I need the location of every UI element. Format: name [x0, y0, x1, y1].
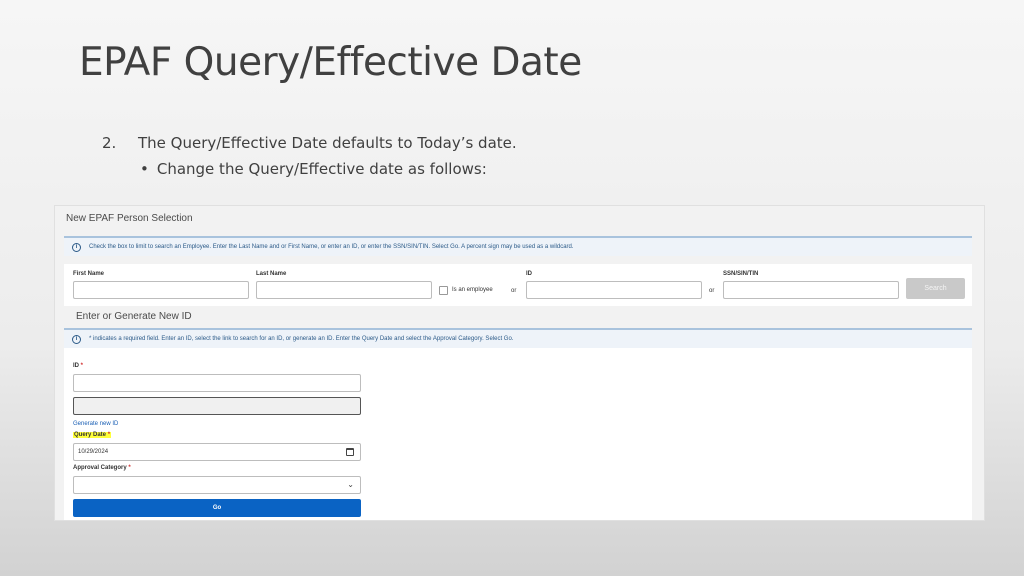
info-banner-search: i Check the box to limit to search an Em…: [64, 236, 972, 256]
ssn-label: SSN/SIN/TIN: [723, 271, 759, 277]
info-icon: i: [72, 242, 81, 252]
or-text: or: [709, 288, 715, 294]
first-name-label: First Name: [73, 271, 105, 277]
id-input[interactable]: [73, 374, 361, 392]
query-date-label-text: Query Date: [74, 432, 107, 438]
info-banner-generate: i * indicates a required field. Enter an…: [64, 328, 972, 348]
page-header: New EPAF Person Selection: [66, 213, 193, 224]
info-banner-text: Check the box to limit to search an Empl…: [89, 244, 574, 250]
bullet-symbol: •: [140, 160, 149, 178]
first-name-input[interactable]: [73, 281, 249, 299]
query-date-value: 10/29/2024: [78, 449, 109, 455]
generate-id-link[interactable]: Generate new ID: [73, 421, 118, 427]
approval-category-label-text: Approval Category: [73, 465, 127, 471]
info-banner-text: * indicates a required field. Enter an I…: [89, 336, 514, 342]
calendar-icon[interactable]: [346, 448, 354, 456]
required-mark: *: [128, 465, 131, 471]
approval-category-select[interactable]: ⌄: [73, 476, 361, 494]
bullet-item: • Change the Query/Effective date as foll…: [140, 160, 487, 178]
epaf-screenshot: New EPAF Person Selection i Check the bo…: [54, 205, 985, 521]
id-label: ID *: [73, 363, 83, 369]
id-label-text: ID: [73, 363, 79, 369]
id-search-input[interactable]: [526, 281, 702, 299]
required-mark: *: [80, 363, 84, 369]
search-panel: First Name Last Name Is an employee or I…: [64, 264, 972, 306]
last-name-input[interactable]: [256, 281, 432, 299]
query-date-input[interactable]: 10/29/2024: [73, 443, 361, 461]
query-date-label: Query Date *: [73, 432, 112, 438]
employee-checkbox[interactable]: [439, 286, 448, 295]
section-title: Enter or Generate New ID: [76, 311, 192, 322]
approval-category-label: Approval Category *: [73, 465, 131, 471]
employee-checkbox-label: Is an employee: [452, 287, 493, 293]
id-name-display: [73, 397, 361, 415]
info-icon: i: [72, 334, 81, 344]
step-number: 2.: [102, 134, 117, 152]
search-button[interactable]: Search: [906, 278, 965, 299]
ssn-input[interactable]: [723, 281, 899, 299]
generate-id-panel: ID * Generate new ID Query Date * 10/29/…: [64, 348, 972, 520]
id-search-label: ID: [526, 271, 532, 277]
go-button[interactable]: Go: [73, 499, 361, 517]
chevron-down-icon: ⌄: [347, 480, 354, 489]
required-mark: *: [107, 432, 111, 438]
or-text: or: [511, 288, 517, 294]
bullet-text: Change the Query/Effective date as follo…: [156, 160, 487, 178]
last-name-label: Last Name: [256, 271, 287, 277]
step-text: The Query/Effective Date defaults to Tod…: [138, 134, 517, 152]
slide-title: EPAF Query/Effective Date: [79, 40, 582, 85]
